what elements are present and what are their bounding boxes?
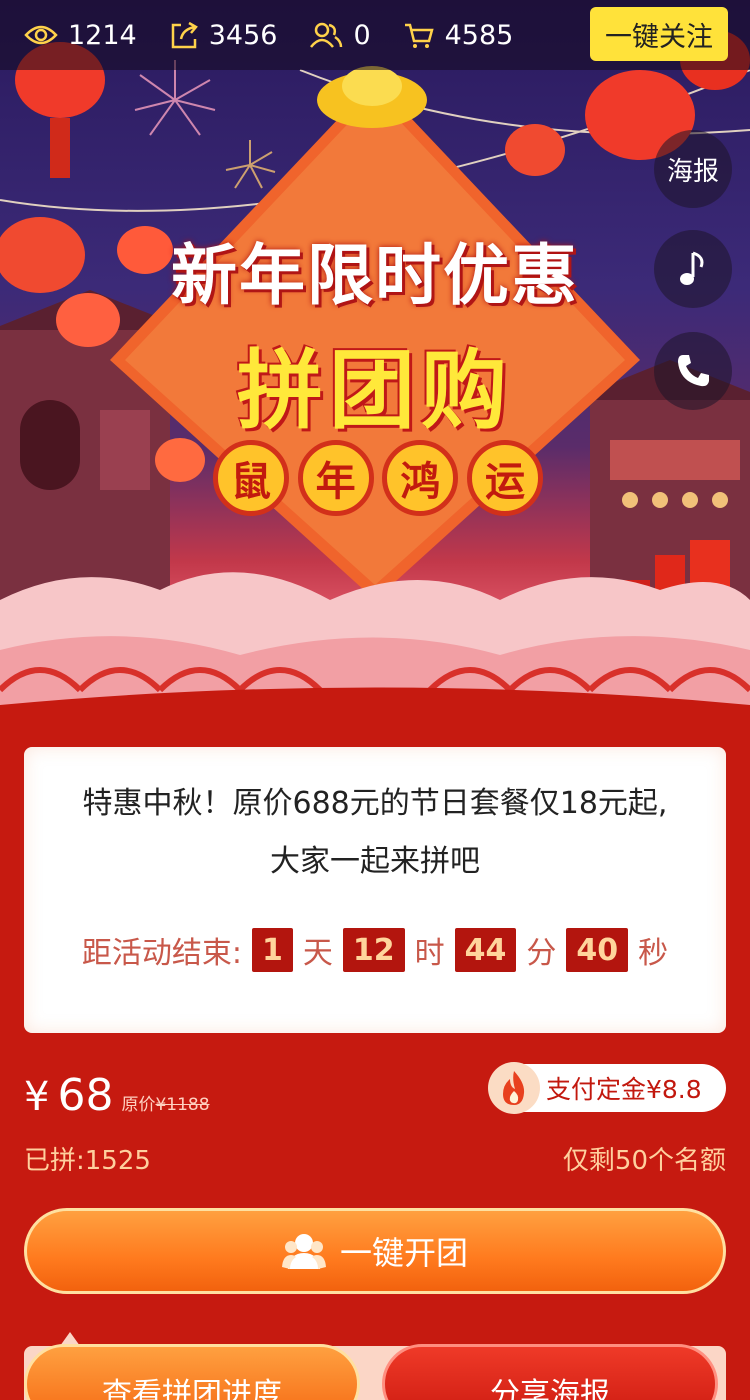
hero-badges: 鼠 年 鸿 运: [213, 440, 543, 516]
days-unit: 天: [302, 936, 333, 971]
follow-button[interactable]: 一键关注: [590, 7, 728, 61]
hero-badge: 年: [297, 440, 374, 516]
hero-badge: 运: [466, 440, 543, 516]
poster-label: 海报: [666, 156, 719, 187]
phone-float-button[interactable]: [654, 332, 732, 410]
users-icon: [310, 22, 343, 48]
hero-badge: 鼠: [213, 440, 289, 516]
start-group-label: 一键开团: [339, 1234, 468, 1272]
view-progress-button[interactable]: 查看拼团进度: [24, 1344, 360, 1400]
music-note-icon: [680, 251, 704, 285]
minutes-unit: 分: [526, 936, 557, 971]
deposit-badge[interactable]: 支付定金¥8.8: [488, 1062, 726, 1114]
views-stat: 1214: [24, 20, 137, 51]
countdown: 距活动结束: 1 天 12 时 44 分 40 秒: [24, 928, 726, 972]
joined-count: 已拼:1525: [24, 1146, 151, 1176]
original-price: 原价¥1188: [121, 1090, 209, 1115]
countdown-seconds: 40: [566, 928, 629, 972]
orders-count: 4585: [444, 19, 514, 51]
activity-description: 特惠中秋！原价688元的节日套餐仅18元起, 大家一起来拼吧: [44, 775, 706, 891]
cart-icon: [404, 23, 434, 48]
hero-banner: 新年限时优惠 拼团购 鼠 年 鸿 运: [0, 0, 750, 720]
activity-info-card: 特惠中秋！原价688元的节日套餐仅18元起, 大家一起来拼吧 距活动结束: 1 …: [24, 747, 726, 1033]
remaining-spots: 仅剩50个名额: [562, 1146, 726, 1176]
description-line-1: 特惠中秋！原价688元的节日套餐仅18元起,: [82, 786, 668, 821]
hero-badge: 鸿: [382, 440, 459, 516]
group-icon: [281, 1234, 326, 1269]
group-price: ¥ 68 原价¥1188: [24, 1070, 210, 1121]
hours-unit: 时: [414, 936, 445, 971]
eye-icon: [24, 25, 58, 45]
hero-title: 新年限时优惠: [171, 237, 579, 314]
music-float-button[interactable]: [654, 230, 732, 308]
poster-float-button[interactable]: 海报: [654, 130, 732, 208]
page: 新年限时优惠 拼团购 鼠 年 鸿 运 1214 3456 0 4585 一键关注…: [0, 0, 750, 1400]
shares-count: 3456: [208, 19, 278, 51]
original-price-value: ¥1188: [155, 1095, 210, 1115]
seconds-unit: 秒: [638, 936, 669, 971]
stats-bar: 1214 3456 0 4585 一键关注: [0, 0, 750, 70]
price-currency: ¥: [24, 1074, 50, 1120]
shares-stat: 3456: [169, 19, 278, 51]
countdown-hours: 12: [342, 928, 405, 972]
price-value: 68: [57, 1070, 114, 1121]
description-line-2: 大家一起来拼吧: [270, 844, 480, 879]
original-price-label: 原价: [121, 1095, 156, 1115]
orders-stat: 4585: [403, 19, 514, 51]
views-count: 1214: [68, 19, 137, 51]
participants-stat: 0: [309, 19, 371, 51]
fire-icon: [488, 1062, 540, 1114]
phone-icon: [678, 355, 709, 387]
share-icon: [171, 21, 198, 49]
hero-subtitle: 拼团购: [237, 341, 513, 441]
participants-count: 0: [353, 19, 371, 51]
countdown-days: 1: [251, 928, 293, 972]
deposit-label: 支付定金¥8.8: [546, 1075, 702, 1104]
countdown-minutes: 44: [454, 928, 517, 972]
countdown-label: 距活动结束:: [81, 936, 242, 971]
share-poster-button[interactable]: 分享海报: [382, 1344, 718, 1400]
start-group-button[interactable]: 一键开团: [24, 1208, 726, 1294]
